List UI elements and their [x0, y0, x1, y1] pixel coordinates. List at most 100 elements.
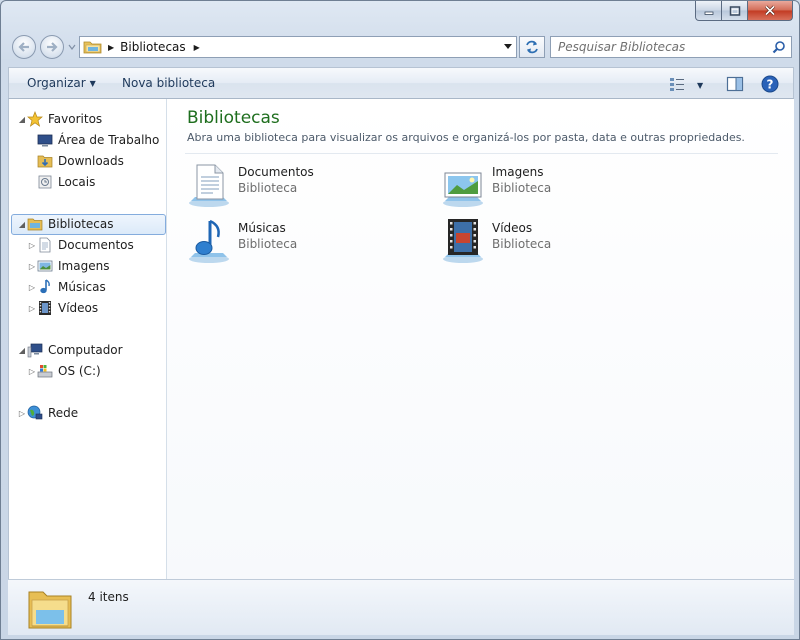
command-bar: Organizar ▼ Nova biblioteca ▼ ?	[8, 67, 794, 99]
chevron-down-icon: ▼	[89, 79, 96, 88]
divider	[185, 153, 778, 154]
expanded-triangle-icon[interactable]: ◢	[17, 346, 27, 355]
close-icon	[764, 5, 776, 16]
tree-label: Bibliotecas	[48, 217, 114, 231]
close-button[interactable]	[748, 1, 793, 21]
documents-library-icon	[189, 164, 229, 207]
library-imagens[interactable]: Imagens Biblioteca	[439, 161, 659, 211]
pictures-icon	[37, 260, 53, 272]
libraries-folder-icon	[27, 218, 43, 231]
library-name: Músicas	[238, 221, 286, 235]
music-library-icon	[189, 219, 229, 263]
tree-label: Downloads	[58, 154, 124, 168]
title-bar[interactable]	[1, 1, 799, 33]
tree-videos[interactable]: ▷ Vídeos	[27, 298, 98, 318]
tree-locais[interactable]: Locais	[37, 172, 95, 192]
library-type: Biblioteca	[238, 237, 298, 251]
recent-pages-chevron-down-icon[interactable]	[67, 42, 77, 52]
libraries-folder-icon	[83, 41, 102, 54]
tree-label: Rede	[48, 406, 79, 420]
library-type: Biblioteca	[492, 181, 552, 195]
tree-label: Documentos	[58, 238, 134, 252]
minimize-button[interactable]	[695, 1, 722, 21]
details-pane: 4 itens	[8, 579, 794, 635]
expanded-triangle-icon[interactable]: ◢	[17, 220, 27, 229]
library-name: Documentos	[238, 165, 314, 179]
tree-imagens[interactable]: ▷ Imagens	[27, 256, 110, 276]
computer-icon	[27, 343, 43, 358]
expanded-triangle-icon[interactable]: ◢	[17, 115, 27, 124]
tree-label: Favoritos	[48, 112, 103, 126]
tree-label: Área de Trabalho	[58, 133, 160, 147]
navigation-pane: ◢ Favoritos Área de Trabalho Downloads L…	[8, 99, 167, 579]
network-icon	[27, 405, 43, 420]
library-videos[interactable]: Vídeos Biblioteca	[439, 217, 659, 267]
address-bar[interactable]: ▶ Bibliotecas ▶	[79, 36, 517, 58]
tree-musicas[interactable]: ▷ Músicas	[27, 277, 106, 297]
documents-icon	[39, 237, 51, 253]
search-icon[interactable]	[772, 40, 786, 54]
star-icon	[27, 111, 43, 127]
back-button[interactable]	[12, 35, 36, 59]
breadcrumb-chevron-icon[interactable]: ▶	[194, 43, 200, 52]
library-documentos[interactable]: Documentos Biblioteca	[185, 161, 405, 211]
svg-text:?: ?	[767, 78, 774, 92]
arrow-right-icon	[47, 42, 58, 52]
tree-label: Imagens	[58, 259, 110, 273]
collapsed-triangle-icon[interactable]: ▷	[27, 304, 37, 313]
search-input[interactable]	[551, 37, 761, 57]
tree-drive-c[interactable]: ▷ OS (C:)	[27, 361, 101, 381]
caption-buttons	[695, 1, 793, 21]
content-area: Bibliotecas Abra uma biblioteca para vis…	[167, 99, 794, 579]
library-musicas[interactable]: Músicas Biblioteca	[185, 217, 405, 267]
preview-pane-icon[interactable]	[726, 75, 744, 93]
refresh-button[interactable]	[519, 36, 545, 58]
tree-label: Locais	[58, 175, 96, 189]
pictures-library-icon	[443, 172, 483, 207]
collapsed-triangle-icon[interactable]: ▷	[27, 262, 37, 271]
collapsed-triangle-icon[interactable]: ▷	[27, 367, 37, 376]
collapsed-triangle-icon[interactable]: ▷	[17, 409, 27, 418]
view-options-chevron-down-icon[interactable]: ▼	[697, 81, 703, 90]
address-row: ▶ Bibliotecas ▶	[1, 33, 799, 61]
tree-label: Vídeos	[58, 301, 99, 315]
libraries-folder-icon	[28, 591, 72, 629]
tree-computador[interactable]: ◢ Computador	[17, 340, 123, 360]
library-name: Imagens	[492, 165, 544, 179]
tree-label: Músicas	[58, 280, 106, 294]
maximize-button[interactable]	[722, 1, 748, 21]
refresh-icon	[526, 40, 538, 54]
library-type: Biblioteca	[238, 181, 298, 195]
tree-downloads[interactable]: Downloads	[37, 151, 124, 171]
maximize-icon	[729, 5, 740, 16]
tree-label: OS (C:)	[58, 364, 101, 378]
library-type: Biblioteca	[492, 237, 552, 251]
page-title: Bibliotecas	[187, 108, 280, 128]
collapsed-triangle-icon[interactable]: ▷	[27, 283, 37, 292]
tree-desktop[interactable]: Área de Trabalho	[37, 130, 159, 150]
search-box[interactable]	[550, 36, 792, 58]
collapsed-triangle-icon[interactable]: ▷	[27, 241, 37, 250]
change-view-icon[interactable]	[669, 76, 685, 92]
breadcrumb-bibliotecas[interactable]: Bibliotecas	[120, 40, 185, 54]
music-note-icon	[40, 279, 50, 294]
desktop-icon	[37, 134, 53, 147]
tree-label: Computador	[48, 343, 123, 357]
forward-button[interactable]	[40, 35, 64, 59]
help-icon[interactable]: ?	[761, 75, 779, 93]
address-history-dropdown-icon[interactable]	[504, 44, 512, 50]
breadcrumb-separator-icon[interactable]: ▶	[108, 43, 114, 52]
explorer-window: ▶ Bibliotecas ▶ Organizar▼ N	[0, 0, 800, 640]
organize-button[interactable]: Organizar ▼	[27, 76, 96, 90]
hard-drive-icon	[37, 365, 53, 378]
organize-label: Organizar	[27, 76, 86, 90]
new-library-button[interactable]: Nova biblioteca	[122, 76, 215, 90]
tree-rede[interactable]: ▷ Rede	[17, 403, 78, 423]
minimize-icon	[704, 11, 713, 15]
item-count: 4 itens	[88, 590, 129, 604]
recent-places-icon	[38, 175, 52, 189]
tree-favoritos[interactable]: ◢ Favoritos	[17, 109, 102, 129]
page-description: Abra uma biblioteca para visualizar os a…	[187, 131, 745, 144]
tree-documentos[interactable]: ▷ Documentos	[27, 235, 134, 255]
tree-bibliotecas[interactable]: ◢ Bibliotecas	[11, 214, 166, 235]
